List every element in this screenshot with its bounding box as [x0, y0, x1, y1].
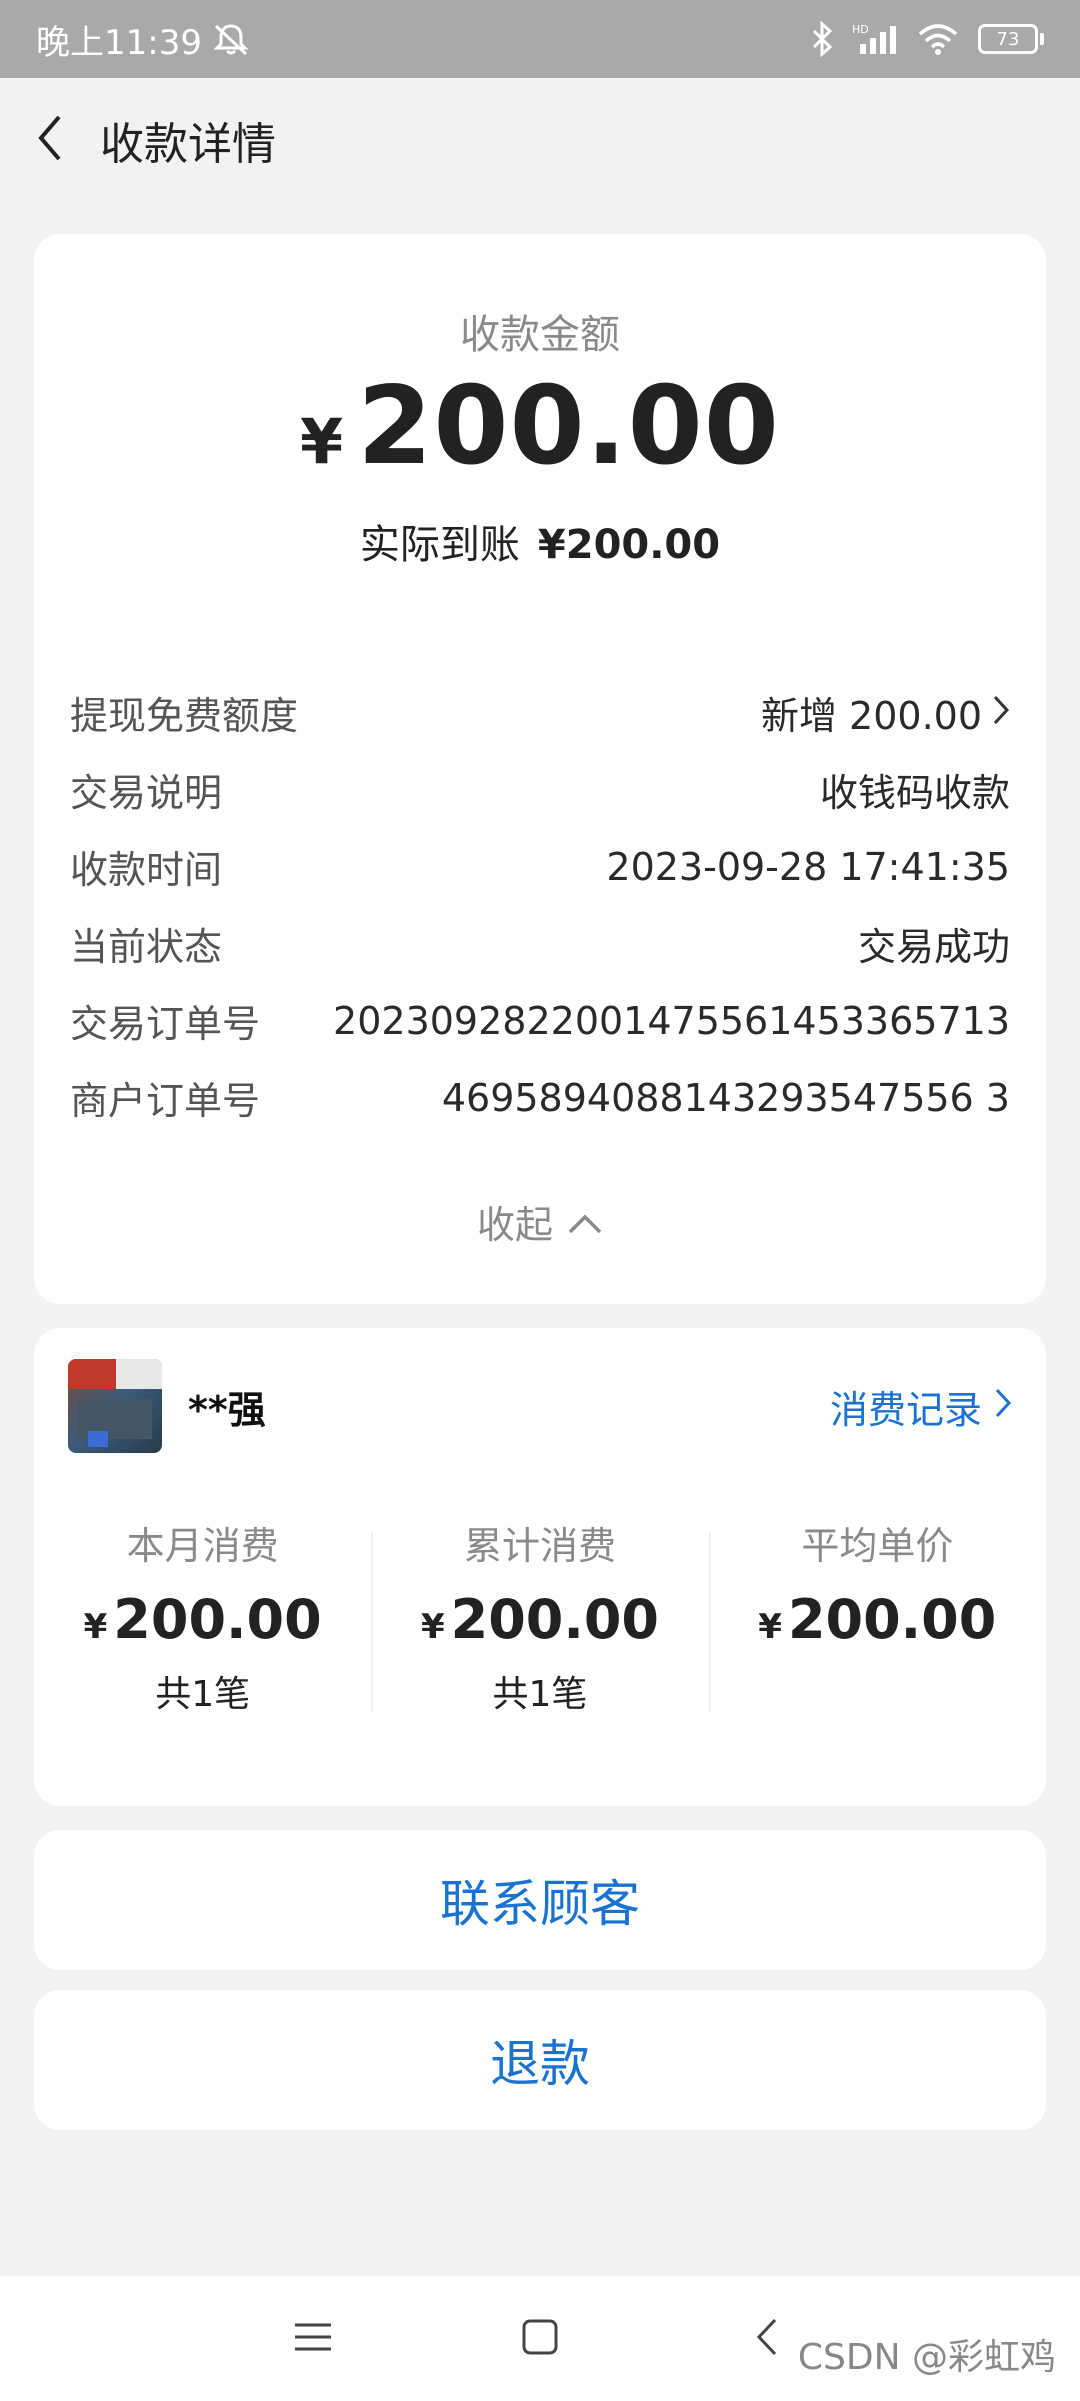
customer-name: **强: [188, 1387, 266, 1432]
amount-card: 收款金额 ¥ 200.00 实际到账 ¥200.00 提现免费额度 新增 200…: [34, 234, 1046, 1304]
page-title: 收款详情: [100, 119, 276, 170]
free-quota-value: 新增 200.00: [760, 694, 982, 738]
detail-row-free-quota[interactable]: 提现免费额度 新增 200.00: [70, 674, 1010, 751]
actual-received-label: 实际到账: [359, 522, 520, 568]
header: 收款详情: [0, 78, 1080, 202]
stat-average: 平均单价 ¥ 200.00: [708, 1518, 1046, 1712]
amount-label: 收款金额: [460, 312, 620, 358]
stat-value: ¥ 200.00: [421, 1588, 659, 1651]
hd-label: HD: [852, 23, 869, 36]
stat-value: ¥ 200.00: [84, 1588, 322, 1651]
avatar: [68, 1359, 162, 1453]
battery-level: 73: [978, 24, 1038, 54]
watermark: CSDN @彩虹鸡: [797, 2337, 1056, 2378]
menu-icon: [293, 2319, 333, 2359]
mute-icon: [212, 22, 250, 56]
chevron-right-icon: [994, 1384, 1012, 1428]
detail-row-trade-order-no: 交易订单号 2023092822001475561453365713: [70, 982, 1010, 1059]
detail-value: 收钱码收款: [819, 771, 1010, 815]
wifi-icon: [916, 22, 960, 56]
currency-sign: ¥: [300, 405, 344, 478]
detail-list: 提现免费额度 新增 200.00 交易说明 收钱码收款 收款时间 2023-09…: [70, 674, 1010, 1136]
home-nav-button[interactable]: [510, 2309, 570, 2369]
chevron-right-icon: [992, 691, 1010, 735]
customer-info: **强: [68, 1359, 266, 1453]
stat-label: 累计消费: [463, 1524, 616, 1568]
status-right: HD 73: [810, 21, 1044, 57]
consumption-records-link[interactable]: 消费记录: [830, 1379, 1012, 1434]
detail-label: 当前状态: [70, 925, 223, 969]
detail-label: 交易订单号: [70, 1002, 261, 1046]
consumption-stats: 本月消费 ¥ 200.00 共1笔 累计消费 ¥ 200.00 共1笔 平均单价…: [34, 1518, 1046, 1715]
detail-value: 新增 200.00: [761, 685, 1010, 740]
detail-row-merchant-order-no: 商户订单号 4695894088143293547556 3: [70, 1059, 1010, 1136]
collapse-button[interactable]: 收起: [34, 1194, 1046, 1249]
back-triangle-icon: [755, 2317, 779, 2361]
stat-amount: 200.00: [113, 1588, 322, 1651]
detail-label: 交易说明: [70, 771, 223, 815]
refund-label: 退款: [490, 2035, 590, 2093]
amount-row: ¥ 200.00: [34, 364, 1046, 489]
stat-label: 平均单价: [801, 1524, 954, 1568]
stat-count: 共1笔: [492, 1674, 588, 1715]
stat-amount: 200.00: [787, 1588, 997, 1651]
detail-value: 交易成功: [857, 925, 1010, 969]
amount-value: 200.00: [357, 364, 780, 489]
stat-count: 共1笔: [155, 1674, 251, 1715]
currency-sign: ¥: [758, 1607, 782, 1647]
actual-received-row: 实际到账 ¥200.00: [34, 512, 1046, 570]
detail-label: 收款时间: [70, 848, 223, 892]
status-time: 晚上11:39: [36, 22, 202, 63]
detail-label: 商户订单号: [70, 1079, 261, 1123]
bluetooth-icon: [810, 21, 834, 57]
actual-received-value: ¥200.00: [537, 522, 721, 568]
stat-amount: 200.00: [450, 1588, 660, 1651]
chevron-up-icon: [567, 1200, 603, 1244]
stat-label: 本月消费: [126, 1524, 279, 1568]
contact-customer-label: 联系顾客: [440, 1875, 640, 1933]
status-left: 晚上11:39: [36, 15, 250, 64]
currency-sign: ¥: [420, 1607, 445, 1647]
currency-sign: ¥: [83, 1607, 108, 1647]
back-button[interactable]: [0, 78, 100, 202]
detail-value: 2023092822001475561453365713: [333, 998, 1010, 1043]
detail-value: 4695894088143293547556 3: [441, 1075, 1010, 1120]
detail-row-time: 收款时间 2023-09-28 17:41:35: [70, 828, 1010, 905]
signal-icon: HD: [852, 22, 898, 56]
home-square-icon: [521, 2318, 559, 2360]
stat-value: ¥ 200.00: [758, 1588, 996, 1651]
contact-customer-button[interactable]: 联系顾客: [34, 1830, 1046, 1970]
stat-total: 累计消费 ¥ 200.00 共1笔: [371, 1518, 708, 1715]
menu-nav-button[interactable]: [283, 2309, 343, 2369]
battery-icon: 73: [978, 24, 1044, 54]
detail-row-description: 交易说明 收钱码收款: [70, 751, 1010, 828]
refund-button[interactable]: 退款: [34, 1990, 1046, 2130]
customer-header: **强 消费记录: [68, 1358, 1012, 1454]
stat-monthly: 本月消费 ¥ 200.00 共1笔: [34, 1518, 371, 1715]
status-bar: 晚上11:39 HD 73: [0, 0, 1080, 78]
records-label: 消费记录: [829, 1387, 982, 1432]
battery-tip: [1040, 33, 1044, 45]
customer-card: **强 消费记录 本月消费 ¥ 200.00 共1笔 累计消费 ¥ 200.00…: [34, 1328, 1046, 1806]
collapse-label: 收起: [476, 1203, 553, 1247]
detail-value: 2023-09-28 17:41:35: [606, 844, 1010, 889]
back-arrow-icon: [35, 113, 65, 167]
detail-row-status: 当前状态 交易成功: [70, 905, 1010, 982]
detail-label: 提现免费额度: [70, 694, 299, 738]
back-nav-button[interactable]: [737, 2309, 797, 2369]
